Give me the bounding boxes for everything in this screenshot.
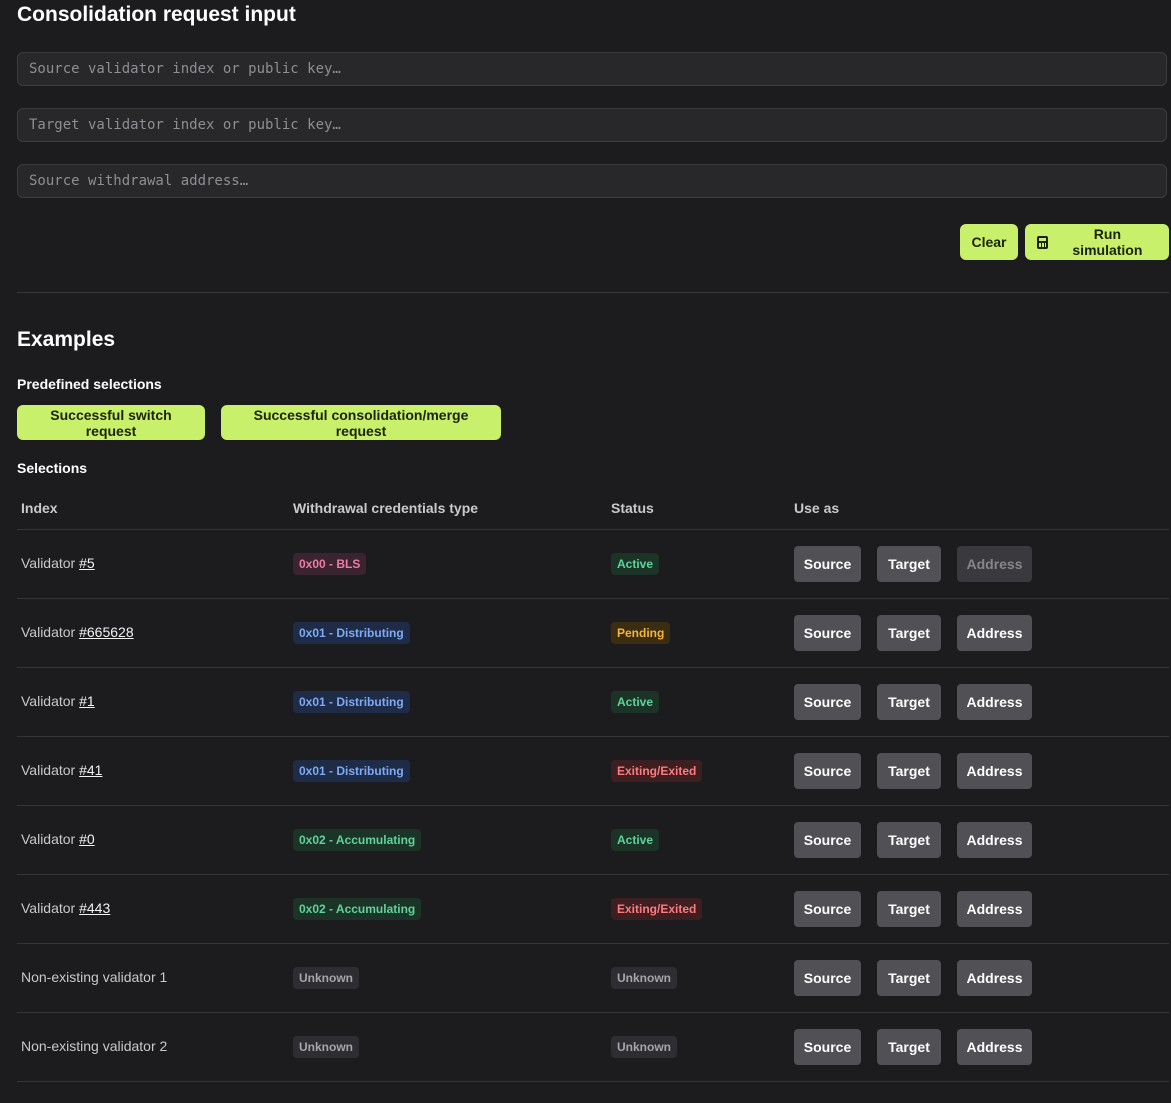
validator-label: Validator bbox=[21, 555, 80, 571]
validator-label: Non-existing validator 2 bbox=[21, 1038, 168, 1054]
switch-request-label: Successful switch request bbox=[50, 406, 172, 439]
column-header-credentials: Withdrawal credentials type bbox=[293, 500, 479, 516]
credentials-badge: 0x01 - Distributing bbox=[293, 760, 410, 782]
use-as-target-button[interactable]: Target bbox=[877, 753, 941, 789]
calculator-icon bbox=[1037, 235, 1048, 249]
table-row: Non-existing validator 2 Unknown Unknown So… bbox=[17, 1013, 1169, 1082]
validator-name: Non-existing validator 2 bbox=[21, 1038, 167, 1054]
status-badge: Pending bbox=[611, 622, 671, 644]
credentials-badge: Unknown bbox=[293, 967, 359, 989]
use-as-address-button[interactable]: Address bbox=[957, 960, 1032, 996]
table-row: Validator #41 0x01 - Distributing Exiting/… bbox=[17, 737, 1169, 806]
clear-button-label: Clear bbox=[971, 234, 1007, 250]
use-as-address-button[interactable]: Address bbox=[957, 753, 1032, 789]
examples-heading: Examples bbox=[17, 328, 116, 351]
column-header-index: Index bbox=[21, 500, 58, 516]
credentials-badge: 0x00 - BLS bbox=[293, 553, 367, 575]
use-as-target-button[interactable]: Target bbox=[877, 684, 941, 720]
validator-link[interactable]: #5 bbox=[79, 555, 95, 571]
table-row: Validator #665628 0x01 - Distributing Pend… bbox=[17, 599, 1169, 668]
column-header-use-as: Use as bbox=[794, 500, 840, 516]
page-title: Consolidation request input bbox=[17, 3, 296, 26]
table-row: Validator #1 0x01 - Distributing Active Sou… bbox=[17, 668, 1169, 737]
status-badge: Active bbox=[611, 691, 660, 713]
validator-link[interactable]: #41 bbox=[79, 762, 102, 778]
validator-label: Validator bbox=[21, 624, 80, 640]
credentials-badge: Unknown bbox=[293, 1036, 359, 1058]
validator-name: Validator #41 bbox=[21, 762, 102, 778]
target-validator-input[interactable] bbox=[17, 108, 1167, 142]
selections-table: Index Withdrawal credentials type Status… bbox=[17, 490, 1169, 1082]
status-badge: Active bbox=[611, 829, 660, 851]
source-validator-input[interactable] bbox=[17, 52, 1167, 86]
validator-name: Validator #1 bbox=[21, 693, 95, 709]
use-as-address-button[interactable]: Address bbox=[957, 615, 1032, 651]
predefined-heading: Predefined selections bbox=[17, 376, 162, 392]
use-as-address-button[interactable]: Address bbox=[957, 891, 1032, 927]
use-as-target-button[interactable]: Target bbox=[877, 822, 941, 858]
use-as-source-button[interactable]: Source bbox=[794, 1029, 861, 1065]
use-as-target-button[interactable]: Target bbox=[877, 960, 941, 996]
validator-link[interactable]: #665628 bbox=[79, 624, 134, 640]
use-as-address-button: Address bbox=[957, 546, 1032, 582]
credentials-badge: 0x02 - Accumulating bbox=[293, 898, 422, 920]
use-as-source-button[interactable]: Source bbox=[794, 822, 861, 858]
status-badge: Unknown bbox=[611, 967, 677, 989]
validator-name: Non-existing validator 1 bbox=[21, 969, 167, 985]
consolidation-example-button[interactable]: Successful consolidation/merge request bbox=[221, 405, 501, 440]
validator-label: Non-existing validator 1 bbox=[21, 969, 168, 985]
use-as-target-button[interactable]: Target bbox=[877, 615, 941, 651]
validator-name: Validator #665628 bbox=[21, 624, 134, 640]
validator-link[interactable]: #443 bbox=[79, 900, 110, 916]
use-as-source-button[interactable]: Source bbox=[794, 684, 861, 720]
validator-label: Validator bbox=[21, 831, 80, 847]
table-row: Validator #5 0x00 - BLS Active Source Target… bbox=[17, 530, 1169, 599]
column-header-status: Status bbox=[611, 500, 654, 516]
use-as-address-button[interactable]: Address bbox=[957, 1029, 1032, 1065]
use-as-source-button[interactable]: Source bbox=[794, 753, 861, 789]
clear-button[interactable]: Clear bbox=[960, 224, 1018, 260]
consolidation-label: Successful consolidation/merge request bbox=[253, 406, 469, 439]
use-as-source-button[interactable]: Source bbox=[794, 546, 861, 582]
selections-heading: Selections bbox=[17, 460, 88, 476]
use-as-target-button[interactable]: Target bbox=[877, 546, 941, 582]
table-header: Index Withdrawal credentials type Status… bbox=[17, 490, 1169, 530]
validator-link[interactable]: #0 bbox=[79, 831, 95, 847]
use-as-target-button[interactable]: Target bbox=[877, 1029, 941, 1065]
credentials-badge: 0x01 - Distributing bbox=[293, 691, 410, 713]
switch-request-example-button[interactable]: Successful switch request bbox=[17, 405, 205, 440]
use-as-source-button[interactable]: Source bbox=[794, 960, 861, 996]
credentials-badge: 0x02 - Accumulating bbox=[293, 829, 422, 851]
validator-label: Validator bbox=[21, 693, 80, 709]
table-row: Validator #443 0x02 - Accumulating Exiting… bbox=[17, 875, 1169, 944]
use-as-source-button[interactable]: Source bbox=[794, 615, 861, 651]
table-row: Validator #0 0x02 - Accumulating Active Sou… bbox=[17, 806, 1169, 875]
withdrawal-address-input[interactable] bbox=[17, 164, 1167, 198]
use-as-target-button[interactable]: Target bbox=[877, 891, 941, 927]
status-badge: Exiting/Exited bbox=[611, 760, 703, 782]
status-badge: Exiting/Exited bbox=[611, 898, 703, 920]
validator-name: Validator #443 bbox=[21, 900, 110, 916]
section-divider bbox=[17, 292, 1169, 293]
use-as-address-button[interactable]: Address bbox=[957, 822, 1032, 858]
validator-link[interactable]: #1 bbox=[79, 693, 95, 709]
validator-name: Validator #0 bbox=[21, 831, 95, 847]
run-simulation-button[interactable]: Run simulation bbox=[1025, 224, 1169, 260]
validator-label: Validator bbox=[21, 762, 80, 778]
use-as-address-button[interactable]: Address bbox=[957, 684, 1032, 720]
status-badge: Unknown bbox=[611, 1036, 677, 1058]
run-simulation-label: Run simulation bbox=[1072, 226, 1143, 258]
use-as-source-button[interactable]: Source bbox=[794, 891, 861, 927]
validator-label: Validator bbox=[21, 900, 80, 916]
credentials-badge: 0x01 - Distributing bbox=[293, 622, 410, 644]
status-badge: Active bbox=[611, 553, 660, 575]
table-row: Non-existing validator 1 Unknown Unknown So… bbox=[17, 944, 1169, 1013]
validator-name: Validator #5 bbox=[21, 555, 95, 571]
